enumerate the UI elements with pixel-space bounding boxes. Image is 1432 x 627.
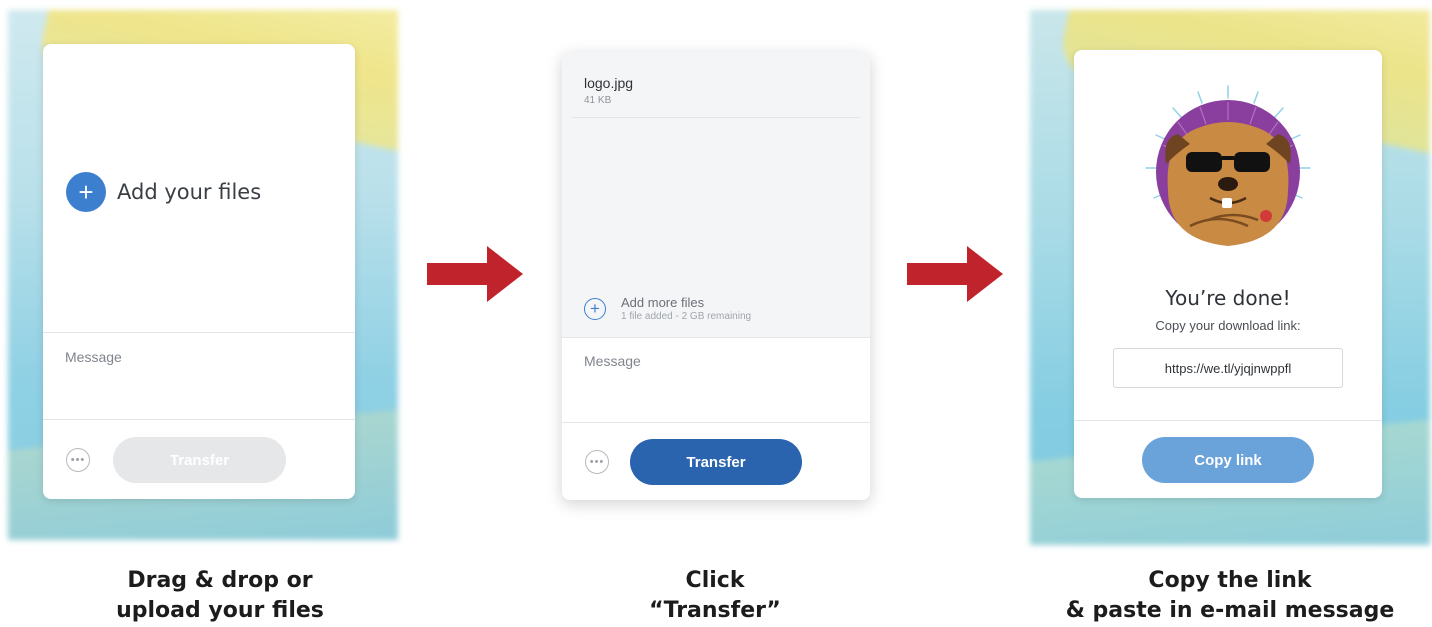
add-files-label: Add your files [117,180,262,204]
copy-link-button[interactable]: Copy link [1142,437,1314,483]
caption-line: “Transfer” [649,598,781,623]
step2-transfer-panel: logo.jpg 41 KB + Add more files 1 file a… [562,52,870,500]
download-link-field[interactable]: https://we.tl/yjqjnwppfl [1113,348,1343,388]
caption-line: upload your files [116,598,324,623]
add-more-files-label: Add more files [621,295,705,310]
message-field[interactable]: Message [584,353,641,369]
caption-line: Copy the link [1148,568,1312,593]
caption-line: Drag & drop or [127,568,313,593]
caption-line: & paste in e-mail message [1065,598,1395,623]
done-title: You’re done! [1165,286,1291,310]
divider [562,422,870,423]
step3-caption: Copy the link & paste in e-mail message [1040,566,1420,626]
add-more-files-button[interactable]: + Add more files 1 file added - 2 GB rem… [584,295,751,322]
more-options-icon[interactable]: ••• [66,448,90,472]
add-files-button[interactable]: + Add your files [66,172,261,212]
step2-caption: Click “Transfer” [535,566,895,626]
step3-done-panel: You’re done! Copy your download link: ht… [1074,50,1382,498]
transfer-button-disabled[interactable]: Transfer [113,437,286,483]
divider [1074,420,1382,421]
arrow-right-icon [907,246,1003,302]
sunglasses-dog-illustration [1145,85,1311,246]
transfer-button[interactable]: Transfer [630,439,802,485]
plus-icon: + [66,172,106,212]
caption-line: Click [685,568,745,593]
step1-upload-panel: + Add your files Message ••• Transfer [43,44,355,499]
divider [43,419,355,420]
file-size: 41 KB [584,95,612,106]
message-field[interactable]: Message [65,349,122,365]
step1-caption: Drag & drop or upload your files [40,566,400,626]
files-status: 1 file added - 2 GB remaining [621,311,752,322]
done-subtitle: Copy your download link: [1155,318,1301,333]
plus-circle-icon: + [584,297,606,320]
more-options-icon[interactable]: ••• [585,450,609,474]
arrow-right-icon [427,246,523,302]
divider [572,117,860,118]
divider [562,337,870,338]
file-name: logo.jpg [584,75,634,91]
divider [43,332,355,333]
